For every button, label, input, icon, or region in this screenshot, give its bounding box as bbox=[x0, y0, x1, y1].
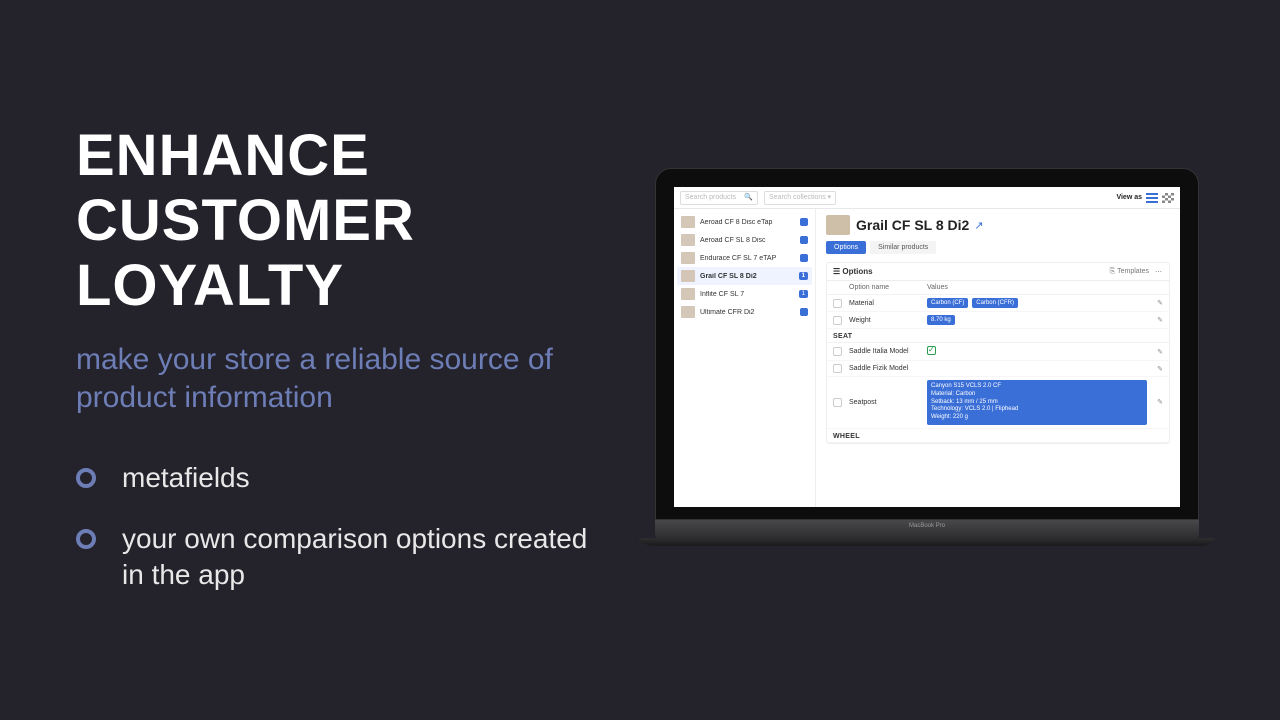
product-badge bbox=[800, 218, 808, 226]
app-screen: Search products 🔍 Search collections ▾ V… bbox=[674, 187, 1180, 507]
value-chip[interactable]: Carbon (CFR) bbox=[972, 298, 1018, 308]
main-panel: Grail CF SL 8 Di2 ↗ Options Similar prod… bbox=[816, 209, 1180, 507]
bullet-icon bbox=[76, 468, 96, 488]
option-name: Weight bbox=[849, 317, 927, 324]
product-name: Aeroad CF 8 Disc eTap bbox=[700, 219, 800, 226]
product-row[interactable]: Inflite CF SL 71 bbox=[677, 285, 812, 303]
product-title-row: Grail CF SL 8 Di2 ↗ bbox=[826, 215, 1170, 235]
product-list: Aeroad CF 8 Disc eTap Aeroad CF SL 8 Dis… bbox=[674, 209, 816, 507]
laptop-foot bbox=[639, 538, 1215, 546]
product-badge: 1 bbox=[799, 272, 808, 280]
product-hero-thumb bbox=[826, 215, 850, 235]
product-title: Grail CF SL 8 Di2 bbox=[856, 217, 969, 233]
product-row[interactable]: Endurace CF SL 7 eTAP bbox=[677, 249, 812, 267]
tab-options[interactable]: Options bbox=[826, 241, 866, 254]
options-panel: ☰ Options ⎘ Templates ⋯ Option name Valu… bbox=[826, 262, 1170, 444]
value-chip[interactable]: 8.70 kg bbox=[927, 315, 955, 325]
option-values: Carbon (CF) Carbon (CFR) bbox=[927, 298, 1147, 308]
bullet-item: metafields bbox=[76, 460, 596, 496]
col-values: Values bbox=[927, 284, 1147, 291]
search-products[interactable]: Search products 🔍 bbox=[680, 191, 758, 205]
laptop-mockup: Search products 🔍 Search collections ▾ V… bbox=[655, 168, 1199, 546]
product-thumb bbox=[681, 270, 695, 282]
options-header: Option name Values bbox=[827, 281, 1169, 295]
product-row[interactable]: Aeroad CF 8 Disc eTap bbox=[677, 213, 812, 231]
checkbox[interactable] bbox=[833, 347, 842, 356]
product-badge bbox=[800, 254, 808, 262]
bullet-text: your own comparison options created in t… bbox=[122, 521, 596, 593]
laptop-base bbox=[655, 520, 1199, 538]
product-thumb bbox=[681, 288, 695, 300]
subhead: make your store a reliable source of pro… bbox=[76, 341, 596, 418]
option-name: Saddle Italia Model bbox=[849, 348, 927, 355]
option-name: Seatpost bbox=[849, 399, 927, 406]
option-row: Material Carbon (CF) Carbon (CFR) ✎ bbox=[827, 295, 1169, 312]
panel-title: ☰ Options bbox=[833, 267, 873, 276]
product-name: Inflite CF SL 7 bbox=[700, 291, 799, 298]
edit-icon[interactable]: ✎ bbox=[1157, 399, 1163, 406]
value-chip-large[interactable]: Canyon S15 VCLS 2.0 CF Material: Carbon … bbox=[927, 380, 1147, 425]
edit-icon[interactable]: ✎ bbox=[1157, 349, 1163, 356]
view-as-label: View as bbox=[1116, 194, 1142, 201]
section-heading: SEAT bbox=[827, 329, 1169, 343]
search-icon: 🔍 bbox=[744, 192, 753, 204]
product-thumb bbox=[681, 234, 695, 246]
templates-link[interactable]: ⎘ Templates bbox=[1110, 268, 1149, 276]
tabs: Options Similar products bbox=[826, 241, 1170, 254]
value-chip[interactable]: Carbon (CF) bbox=[927, 298, 968, 308]
edit-icon[interactable]: ✎ bbox=[1157, 317, 1163, 324]
list-view-icon[interactable] bbox=[1146, 193, 1158, 203]
product-thumb bbox=[681, 306, 695, 318]
tab-similar[interactable]: Similar products bbox=[870, 241, 936, 254]
product-badge: 1 bbox=[799, 290, 808, 298]
edit-icon[interactable]: ✎ bbox=[1157, 300, 1163, 307]
marketing-panel: ENHANCE CUSTOMER LOYALTY make your store… bbox=[76, 124, 596, 619]
panel-header: ☰ Options ⎘ Templates ⋯ bbox=[827, 263, 1169, 281]
product-badge bbox=[800, 236, 808, 244]
product-badge bbox=[800, 308, 808, 316]
checkbox[interactable] bbox=[833, 299, 842, 308]
bullet-list: metafields your own comparison options c… bbox=[76, 460, 596, 593]
checkbox[interactable] bbox=[833, 398, 842, 407]
option-name: Material bbox=[849, 300, 927, 307]
bullet-icon bbox=[76, 529, 96, 549]
search-placeholder: Search collections bbox=[769, 192, 826, 204]
chevron-down-icon: ▾ bbox=[827, 192, 831, 204]
product-thumb bbox=[681, 252, 695, 264]
edit-icon[interactable]: ✎ bbox=[1157, 366, 1163, 373]
grid-view-icon[interactable] bbox=[1162, 193, 1174, 203]
col-option-name: Option name bbox=[849, 284, 927, 291]
option-row: Seatpost Canyon S15 VCLS 2.0 CF Material… bbox=[827, 377, 1169, 429]
option-row: Saddle Fizik Model ✎ bbox=[827, 361, 1169, 377]
product-row[interactable]: Aeroad CF SL 8 Disc bbox=[677, 231, 812, 249]
product-row-selected[interactable]: Grail CF SL 8 Di21 bbox=[677, 267, 812, 285]
checkbox[interactable] bbox=[833, 364, 842, 373]
view-as: View as bbox=[1116, 193, 1174, 203]
external-link-icon[interactable]: ↗ bbox=[974, 219, 983, 232]
product-name: Endurace CF SL 7 eTAP bbox=[700, 255, 800, 262]
option-name: Saddle Fizik Model bbox=[849, 365, 927, 372]
option-row: Weight 8.70 kg ✎ bbox=[827, 312, 1169, 329]
option-row: Saddle Italia Model ✎ bbox=[827, 343, 1169, 361]
product-name: Grail CF SL 8 Di2 bbox=[700, 273, 799, 280]
product-row[interactable]: Ultimate CFR Di2 bbox=[677, 303, 812, 321]
headline: ENHANCE CUSTOMER LOYALTY bbox=[76, 124, 596, 319]
section-heading: WHEEL bbox=[827, 429, 1169, 443]
product-name: Aeroad CF SL 8 Disc bbox=[700, 237, 800, 244]
search-collections[interactable]: Search collections ▾ bbox=[764, 191, 836, 205]
bullet-text: metafields bbox=[122, 460, 250, 496]
bullet-item: your own comparison options created in t… bbox=[76, 521, 596, 593]
check-chip[interactable] bbox=[927, 346, 936, 355]
product-name: Ultimate CFR Di2 bbox=[700, 309, 800, 316]
more-icon[interactable]: ⋯ bbox=[1155, 268, 1163, 276]
product-thumb bbox=[681, 216, 695, 228]
search-placeholder: Search products bbox=[685, 192, 736, 204]
top-bar: Search products 🔍 Search collections ▾ V… bbox=[674, 187, 1180, 209]
checkbox[interactable] bbox=[833, 316, 842, 325]
